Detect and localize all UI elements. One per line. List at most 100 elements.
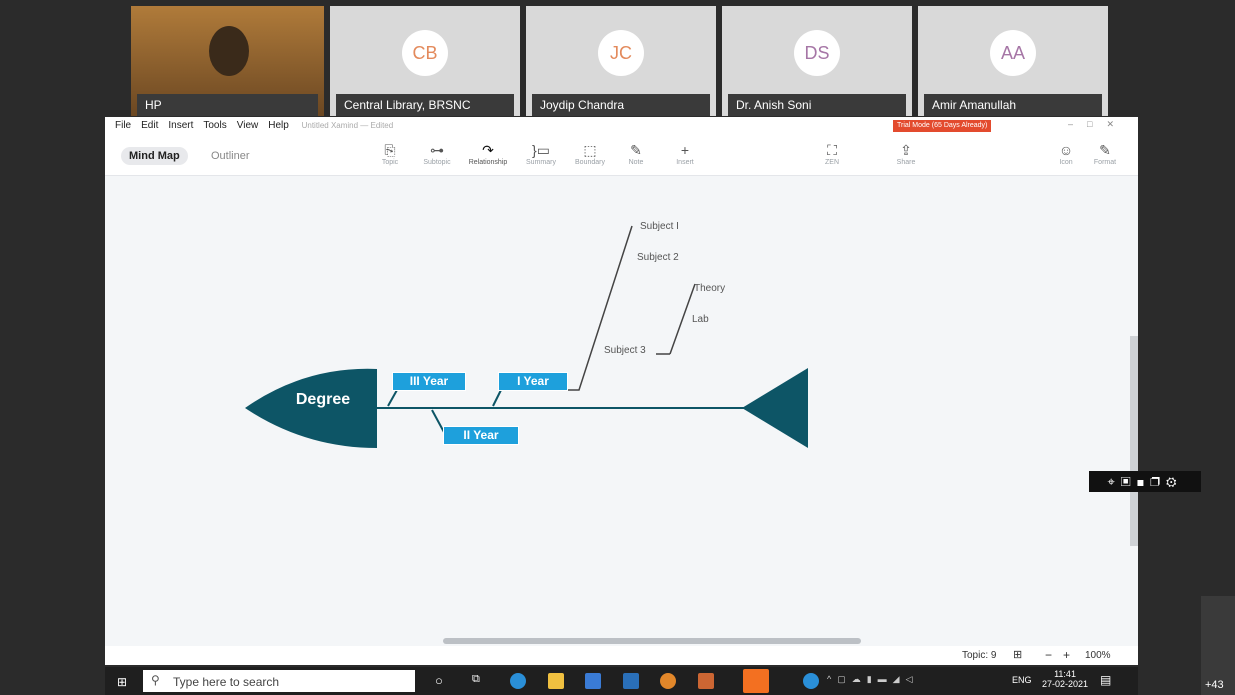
- system-tray-icons[interactable]: ^▢☁▮▬◢◁: [827, 674, 919, 685]
- topic-subject-2[interactable]: Subject 2: [637, 252, 679, 263]
- summary-label: Summary: [526, 159, 556, 166]
- windows-taskbar: ⊞ ⚲ Type here to search ○ ⧉ ^▢☁▮▬◢◁ ENG …: [105, 667, 1138, 695]
- bone-iii-year: [387, 389, 398, 407]
- menu-edit[interactable]: Edit: [141, 117, 158, 135]
- note-label: Note: [628, 159, 644, 166]
- horizontal-scrollbar[interactable]: [443, 638, 861, 644]
- bone-subjects: [567, 225, 633, 391]
- topic-theory[interactable]: Theory: [694, 283, 725, 294]
- participant-name: Amir Amanullah: [924, 94, 1102, 116]
- participant-video: [209, 26, 249, 76]
- topic-lab[interactable]: Lab: [692, 314, 709, 325]
- format-label: Format: [1093, 159, 1117, 166]
- menu-bar: File Edit Insert Tools View Help Untitled Xam…: [105, 117, 1138, 135]
- video-tile-cb[interactable]: CB Central Library, BRSNC: [330, 6, 520, 116]
- topic-ii-year[interactable]: II Year: [443, 426, 519, 445]
- cortana-icon[interactable]: ○: [435, 673, 443, 688]
- summary-icon: }▭: [532, 142, 550, 158]
- topic-subject-3[interactable]: Subject 3: [604, 345, 646, 356]
- video-tile-jc[interactable]: JC Joydip Chandra: [526, 6, 716, 116]
- boundary-label: Boundary: [575, 159, 605, 166]
- mail-icon[interactable]: [623, 673, 639, 689]
- clock-time: 11:41: [1054, 669, 1076, 679]
- menu-view[interactable]: View: [237, 117, 259, 135]
- map-icon[interactable]: ⊞: [1013, 648, 1022, 661]
- share-button[interactable]: ⇪ Share: [881, 141, 931, 166]
- menu-help[interactable]: Help: [268, 117, 289, 135]
- mind-map-canvas[interactable]: Degree III Year I Year II Year Subject I…: [105, 176, 1138, 646]
- share-label: Share: [896, 159, 916, 166]
- topic-subject-1[interactable]: Subject I: [640, 221, 679, 232]
- topic-iii-year[interactable]: III Year: [392, 372, 466, 391]
- language-indicator[interactable]: ENG: [1012, 675, 1032, 685]
- bone-i-year: [492, 389, 502, 407]
- xmind-window: File Edit Insert Tools View Help Untitled Xam…: [105, 117, 1138, 665]
- avatar: JC: [598, 30, 644, 76]
- video-controls[interactable]: ⌖▣◼❐⚙: [1089, 471, 1201, 492]
- file-explorer-icon[interactable]: [548, 673, 564, 689]
- edge-icon[interactable]: [510, 673, 526, 689]
- tab-mind-map[interactable]: Mind Map: [121, 147, 188, 165]
- tab-outliner[interactable]: Outliner: [203, 147, 258, 165]
- menu-insert[interactable]: Insert: [168, 117, 193, 135]
- document-title: Untitled Xamind — Edited: [301, 121, 394, 130]
- brush-icon: ✎: [1099, 142, 1111, 158]
- zoom-in-button[interactable]: +: [1063, 648, 1070, 662]
- taskbar-search[interactable]: ⚲ Type here to search: [143, 670, 415, 692]
- degree-topic[interactable]: Degree: [267, 391, 379, 409]
- participant-name: Dr. Anish Soni: [728, 94, 906, 116]
- search-input[interactable]: Type here to search: [173, 675, 279, 689]
- topic-button[interactable]: ⎘ Topic: [365, 141, 415, 166]
- note-icon: ✎: [630, 142, 642, 158]
- store-icon[interactable]: [585, 673, 601, 689]
- summary-button[interactable]: }▭ Summary: [516, 141, 566, 166]
- taskbar-clock[interactable]: 11:41 27-02-2021: [1042, 669, 1088, 689]
- chrome-icon[interactable]: [660, 673, 676, 689]
- clock-date: 27-02-2021: [1042, 679, 1089, 689]
- topic-icon: ⎘: [384, 142, 396, 158]
- relationship-button[interactable]: ↷ Relationship: [463, 141, 513, 166]
- topic-count: Topic: 9: [962, 650, 997, 661]
- topic-label: Topic: [381, 159, 399, 166]
- relationship-label: Relationship: [468, 159, 508, 166]
- zen-icon: ⛶: [827, 142, 837, 158]
- topic-i-year[interactable]: I Year: [498, 372, 568, 391]
- icon-label: Icon: [1059, 159, 1073, 166]
- video-tile-aa[interactable]: AA Amir Amanullah: [918, 6, 1108, 116]
- avatar: DS: [794, 30, 840, 76]
- menu-file[interactable]: File: [115, 117, 131, 135]
- app-icon[interactable]: [698, 673, 714, 689]
- video-tile-ds[interactable]: DS Dr. Anish Soni: [722, 6, 912, 116]
- participant-name: Central Library, BRSNC: [336, 94, 514, 116]
- participant-name: HP: [137, 94, 318, 116]
- search-icon: ⚲: [151, 673, 160, 687]
- avatar: CB: [402, 30, 448, 76]
- video-tile-hp[interactable]: HP: [131, 6, 324, 116]
- zoom-out-button[interactable]: −: [1045, 648, 1052, 662]
- zoom-level[interactable]: 100%: [1085, 650, 1111, 661]
- zen-button[interactable]: ⛶ ZEN: [807, 141, 857, 166]
- subtopic-button[interactable]: ⊶ Subtopic: [412, 141, 462, 166]
- format-panel-button[interactable]: ✎ Format: [1080, 141, 1130, 166]
- zen-label: ZEN: [825, 159, 839, 166]
- note-button[interactable]: ✎ Note: [611, 141, 661, 166]
- participant-count[interactable]: +43: [1205, 679, 1224, 691]
- toolbar: Mind Map Outliner ⎘ Topic ⊶ Subtopic ↷ Rela…: [105, 135, 1138, 176]
- boundary-icon: ⬚: [583, 142, 597, 158]
- share-icon: ⇪: [900, 142, 912, 158]
- windows-start-icon[interactable]: ⊞: [117, 675, 127, 689]
- menu-tools[interactable]: Tools: [203, 117, 226, 135]
- subtopic-icon: ⊶: [430, 142, 444, 158]
- boundary-button[interactable]: ⬚ Boundary: [565, 141, 615, 166]
- avatar: AA: [990, 30, 1036, 76]
- window-controls[interactable]: –□✕: [1068, 119, 1128, 130]
- trial-badge[interactable]: Trial Mode (65 Days Already): [893, 120, 992, 132]
- side-panel: +43: [1201, 596, 1235, 695]
- vertical-scrollbar[interactable]: [1130, 336, 1138, 546]
- task-view-icon[interactable]: ⧉: [472, 673, 480, 686]
- insert-button[interactable]: + Insert: [660, 141, 710, 166]
- help-icon[interactable]: [803, 673, 819, 689]
- xmind-icon[interactable]: [743, 669, 769, 693]
- notification-icon[interactable]: ▤: [1100, 673, 1111, 687]
- subtopic-label: Subtopic: [423, 159, 451, 166]
